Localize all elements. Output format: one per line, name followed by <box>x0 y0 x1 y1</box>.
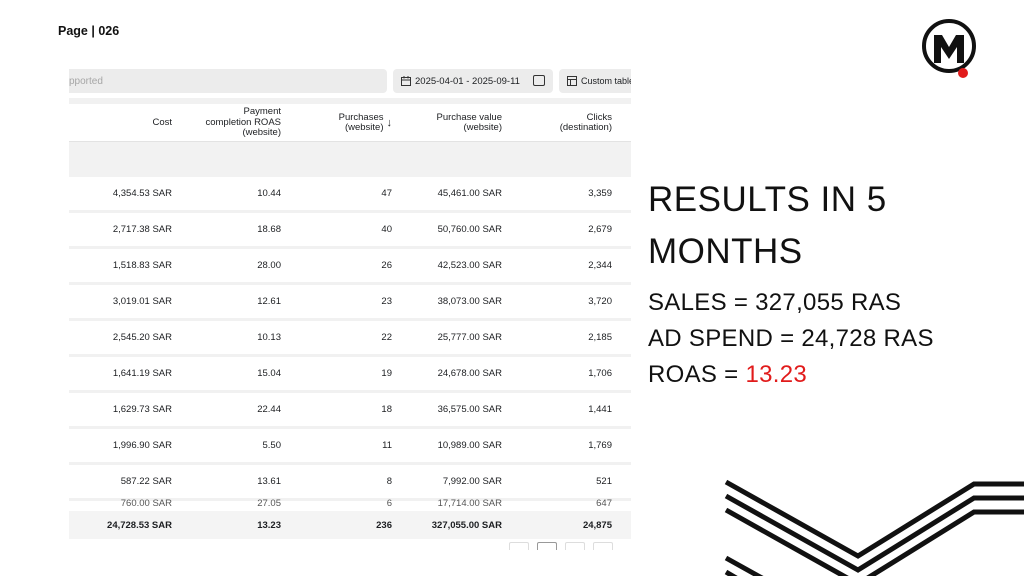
table-row[interactable]: 2,545.20 SAR 10.13 22 25,777.00 SAR 2,185 <box>69 321 631 357</box>
table-cell: 2,717.38 SAR <box>112 224 172 235</box>
date-range-label: 2025-04-01 - 2025-09-11 <box>415 75 520 87</box>
stat-roas: ROAS = 13.23 <box>648 361 808 388</box>
table-cell: 2,185 <box>588 332 612 343</box>
roas-value: 13.23 <box>745 361 808 388</box>
table-cell: 587.22 SAR <box>120 476 172 487</box>
pager-prev[interactable] <box>509 542 529 550</box>
m-logo-icon <box>922 19 976 78</box>
column-header-roas[interactable]: Payment completion ROAS (website) <box>179 104 281 142</box>
table-row[interactable]: 1,641.19 SAR 15.04 19 24,678.00 SAR 1,706 <box>69 357 631 393</box>
table-cell: 28.00 <box>257 260 281 271</box>
table-cell: 38,073.00 SAR <box>437 296 502 307</box>
table-cell: 10.44 <box>257 188 281 199</box>
table-icon <box>567 76 577 86</box>
table-cell: 50,760.00 SAR <box>437 224 502 235</box>
table-cell: 22.44 <box>257 404 281 415</box>
table-cell: 7,992.00 SAR <box>442 476 502 487</box>
table-cell: 5.50 <box>262 440 282 451</box>
table-cell: 3,720 <box>588 296 612 307</box>
table-cell: 1,518.83 SAR <box>112 260 172 271</box>
table-cell: 11 <box>382 440 392 451</box>
table-cell: 8 <box>386 476 392 487</box>
results-stats: SALES = 327,055 RAS AD SPEND = 24,728 RA… <box>648 285 1018 393</box>
pager-next[interactable] <box>565 542 585 550</box>
compare-icon[interactable] <box>533 75 545 86</box>
pagination <box>509 542 631 550</box>
table-cell: 1,641.19 SAR <box>112 368 172 379</box>
custom-table-button[interactable]: Custom table <box>559 69 631 93</box>
table-cell: 2,545.20 SAR <box>112 332 172 343</box>
table-cell: 521 <box>596 476 612 487</box>
table-cell: 3,019.01 SAR <box>112 296 172 307</box>
total-cost: 24,728.53 SAR <box>107 519 172 531</box>
table-cell: 2,679 <box>588 224 612 235</box>
table-row[interactable]: 587.22 SAR 13.61 8 7,992.00 SAR 521 <box>69 465 631 501</box>
table-cell: 1,441 <box>588 404 612 415</box>
table-row[interactable]: 4,354.53 SAR 10.44 47 45,461.00 SAR 3,359 <box>69 177 631 213</box>
table-cell: 45,461.00 SAR <box>437 188 502 199</box>
custom-table-label: Custom table <box>581 76 631 86</box>
search-box <box>69 69 387 93</box>
total-roas: 13.23 <box>257 519 281 531</box>
stat-sales: SALES = 327,055 RAS <box>648 289 902 316</box>
table-row[interactable]: 1,629.73 SAR 22.44 18 36,575.00 SAR 1,441 <box>69 393 631 429</box>
total-purchases: 236 <box>376 519 392 531</box>
table-cell: 18 <box>381 404 392 415</box>
pager-last[interactable] <box>593 542 613 550</box>
table-cell: 1,996.90 SAR <box>112 440 172 451</box>
table-cell: 26 <box>381 260 392 271</box>
table-cell: 10.13 <box>257 332 281 343</box>
table-cell: 1,629.73 SAR <box>112 404 172 415</box>
column-header-cost[interactable]: Cost <box>69 104 172 142</box>
table-row-partial: 760.00 SAR 27.05 6 17,714.00 SAR 647 <box>120 499 612 509</box>
headline-line-1: RESULTS IN 5 <box>648 180 887 219</box>
table-toolbar: 2025-04-01 - 2025-09-11 Custom table <box>69 64 631 98</box>
search-input[interactable] <box>69 69 387 93</box>
stat-ad-spend: AD SPEND = 24,728 RAS <box>648 325 934 352</box>
sort-desc-icon[interactable]: ↓ <box>387 118 393 129</box>
table-cell: 3,359 <box>588 188 612 199</box>
headline: RESULTS IN 5 MONTHS <box>648 174 1018 278</box>
chevron-stripes-decor <box>724 479 1024 576</box>
table-cell: 40 <box>381 224 392 235</box>
table-cell: 25,777.00 SAR <box>437 332 502 343</box>
table-cell: 36,575.00 SAR <box>437 404 502 415</box>
column-header-clicks[interactable]: Clicks (destination) <box>509 104 612 142</box>
total-clicks: 24,875 <box>582 519 612 531</box>
table-cell: 13.61 <box>257 476 281 487</box>
table-cell: 19 <box>381 368 392 379</box>
table-cell: 1,706 <box>588 368 612 379</box>
column-header-purchase-value[interactable]: Purchase value (website) <box>399 104 502 142</box>
table-row[interactable]: 3,019.01 SAR 12.61 23 38,073.00 SAR 3,720 <box>69 285 631 321</box>
date-range-button[interactable]: 2025-04-01 - 2025-09-11 <box>393 69 553 93</box>
column-header-purchases[interactable]: Purchases (website) ↓ <box>289 104 392 142</box>
table-cell: 22 <box>381 332 392 343</box>
table-cell: 47 <box>381 188 392 199</box>
table-cell: 2,344 <box>588 260 612 271</box>
table-cell: 10,989.00 SAR <box>437 440 502 451</box>
table-cell: 12.61 <box>257 296 281 307</box>
table-totals-row: 24,728.53 SAR 13.23 236 327,055.00 SAR 2… <box>69 511 631 539</box>
table-cell: 23 <box>381 296 392 307</box>
table-cell: 4,354.53 SAR <box>112 188 172 199</box>
table-row[interactable]: 1,518.83 SAR 28.00 26 42,523.00 SAR 2,344 <box>69 249 631 285</box>
headline-line-2: MONTHS <box>648 232 803 271</box>
table-cell: 18.68 <box>257 224 281 235</box>
table-cell: 42,523.00 SAR <box>437 260 502 271</box>
pager-current[interactable] <box>537 542 557 550</box>
table-cell: 24,678.00 SAR <box>437 368 502 379</box>
calendar-icon <box>401 76 411 86</box>
summary-band <box>69 142 631 177</box>
table-row[interactable]: 2,717.38 SAR 18.68 40 50,760.00 SAR 2,679 <box>69 213 631 249</box>
total-purchase-value: 327,055.00 SAR <box>431 519 502 531</box>
ads-table-screenshot: 2025-04-01 - 2025-09-11 Custom table Cos… <box>69 64 631 550</box>
table-cell: 15.04 <box>257 368 281 379</box>
table-cell: 1,769 <box>588 440 612 451</box>
page-label: Page | 026 <box>58 24 120 38</box>
table-row[interactable]: 1,996.90 SAR 5.50 11 10,989.00 SAR 1,769 <box>69 429 631 465</box>
table-header: Cost Payment completion ROAS (website) P… <box>69 104 631 142</box>
